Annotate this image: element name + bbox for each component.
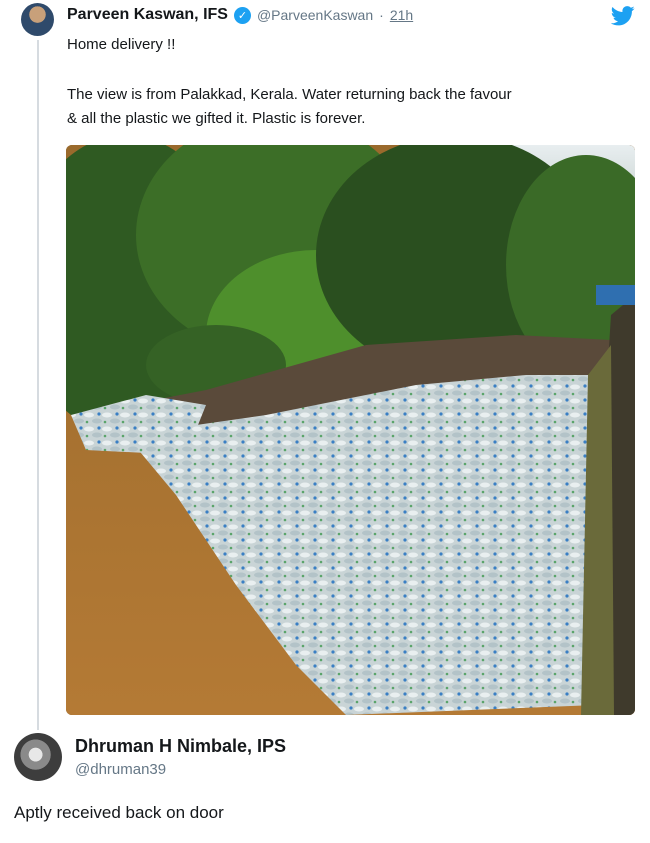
- tweet-header: Parveen Kaswan, IFS ✓ @ParveenKaswan · 2…: [67, 6, 413, 24]
- tweet-photo[interactable]: [66, 145, 635, 715]
- reply-avatar[interactable]: [14, 733, 62, 781]
- tweet-timestamp[interactable]: 21h: [390, 7, 413, 23]
- tweet-text-line-3: & all the plastic we gifted it. Plastic …: [67, 110, 366, 127]
- twitter-bird-icon: [611, 6, 635, 26]
- author-handle[interactable]: @ParveenKaswan: [257, 7, 373, 23]
- author-name[interactable]: Parveen Kaswan, IFS: [67, 6, 228, 24]
- tweet-text-line-2: The view is from Palakkad, Kerala. Water…: [67, 86, 512, 103]
- tweet-text-line-1: Home delivery !!: [67, 36, 176, 53]
- avatar[interactable]: [21, 3, 54, 36]
- reply-text: Aptly received back on door: [14, 803, 224, 822]
- reply-author-handle[interactable]: @dhruman39: [75, 761, 286, 778]
- reply-author-name[interactable]: Dhruman H Nimbale, IPS: [75, 736, 286, 757]
- thread-connector-line: [37, 40, 39, 730]
- verified-badge-icon: ✓: [233, 6, 251, 24]
- separator-dot: ·: [379, 7, 384, 23]
- reply-header: Dhruman H Nimbale, IPS @dhruman39: [75, 736, 286, 778]
